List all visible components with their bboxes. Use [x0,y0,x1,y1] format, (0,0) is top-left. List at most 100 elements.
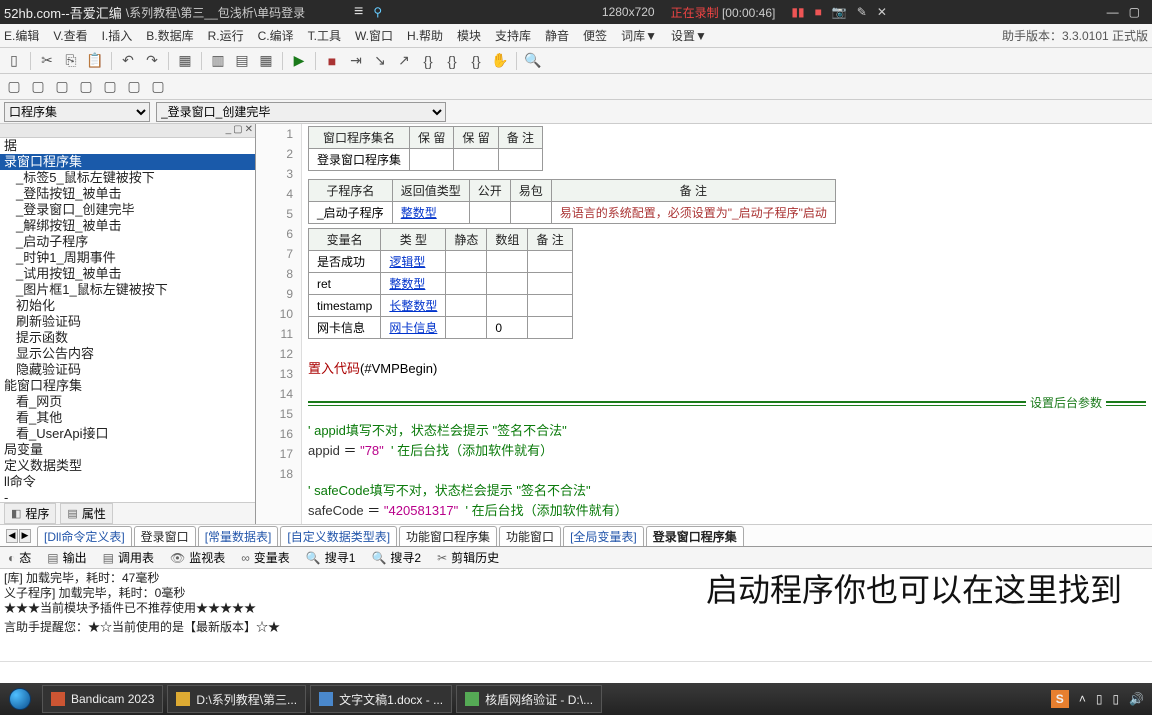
code-tab[interactable]: [Dll命令定义表] [37,526,132,546]
tree-item[interactable]: 显示公告内容 [0,346,255,362]
ime-icon[interactable]: S [1051,690,1069,708]
pause-icon[interactable]: ▮▮ [791,5,804,19]
tree-item[interactable]: _启动子程序 [0,234,255,250]
tree-item[interactable]: - [0,490,255,502]
var-name[interactable]: 网卡信息 [309,317,381,339]
menu-help[interactable]: H.帮助 [407,27,443,44]
tree-item[interactable]: 录窗口程序集 [0,154,255,170]
otab-search1[interactable]: 🔍搜寻1 [302,548,360,567]
menu-window[interactable]: W.窗口 [355,27,393,44]
layout1-icon[interactable]: ▥ [208,51,228,71]
tab-property[interactable]: ▤属性 [60,503,112,524]
t2-btn7-icon[interactable]: ▢ [148,77,168,97]
menu-note[interactable]: 便签 [583,27,607,44]
bracket1-icon[interactable]: {} [418,51,438,71]
menu-view[interactable]: V.查看 [53,27,87,44]
t2-btn2-icon[interactable]: ▢ [28,77,48,97]
procedure-dropdown[interactable]: _登录窗口_创建完毕 [156,102,446,122]
code-tab[interactable]: [自定义数据类型表] [280,526,397,546]
tray-up-icon[interactable]: ˄ [1079,692,1086,706]
tree-item[interactable]: 刷新验证码 [0,314,255,330]
minimize-icon[interactable]: — [1107,5,1119,19]
procedure-set-dropdown[interactable]: 口程序集 [4,102,150,122]
close-rec-icon[interactable]: ✕ [877,5,887,19]
tree-item[interactable]: 能窗口程序集 [0,378,255,394]
otab-cliphist[interactable]: ✂剪辑历史 [433,548,503,567]
tree-close-icon[interactable]: ✕ [245,124,253,137]
menu-run[interactable]: R.运行 [208,27,244,44]
var-array[interactable]: 0 [487,317,528,339]
redo-icon[interactable]: ↷ [142,51,162,71]
var-type[interactable]: 长整数型 [381,295,446,317]
tree-item[interactable]: 初始化 [0,298,255,314]
tree-item[interactable]: 隐藏验证码 [0,362,255,378]
var-name[interactable]: timestamp [309,295,381,317]
st-r1-note[interactable]: 易语言的系统配置，必须设置为"_启动子程序"启动 [551,202,835,224]
code-tab[interactable]: 登录窗口 [134,526,196,546]
menu-compile[interactable]: C.编译 [258,27,294,44]
code-body[interactable]: 窗口程序集名保 留保 留备 注 登录窗口程序集 子程序名返回值类型公开易包备 注… [302,124,1152,524]
tree-item[interactable]: _图片框1_鼠标左键被按下 [0,282,255,298]
tree-item[interactable]: 看_其他 [0,410,255,426]
stop-icon[interactable]: ■ [322,51,342,71]
tree-item[interactable]: 看_网页 [0,394,255,410]
tray-flag-icon[interactable]: ▯ [1096,692,1103,706]
tab-next-icon[interactable]: ▶ [19,529,31,543]
var-type[interactable]: 网卡信息 [381,317,446,339]
camera-icon[interactable]: 📷 [832,5,847,19]
var-name[interactable]: 是否成功 [309,251,381,273]
otab-calltable[interactable]: ▤调用表 [99,548,158,567]
new-icon[interactable]: ▯ [4,51,24,71]
menu-mute[interactable]: 静音 [545,27,569,44]
tab-prev-icon[interactable]: ◀ [6,529,18,543]
menu-support[interactable]: 支持库 [495,27,531,44]
step-over-icon[interactable]: ⇥ [346,51,366,71]
step-out-icon[interactable]: ↗ [394,51,414,71]
otab-watch[interactable]: 👁监视表 [166,548,229,567]
tree-minimize-icon[interactable]: _ [226,124,232,137]
otab-output[interactable]: ▤输出 [43,548,90,567]
hamburger-icon[interactable]: ≡ [354,3,363,21]
taskbar-item[interactable]: Bandicam 2023 [42,685,163,713]
menu-insert[interactable]: I.插入 [102,27,133,44]
code-tab[interactable]: 功能窗口程序集 [399,526,497,546]
menu-database[interactable]: B.数据库 [146,27,193,44]
taskbar-item[interactable]: 文字文稿1.docx - ... [310,685,452,713]
start-button[interactable] [0,683,40,715]
layout3-icon[interactable]: ▦ [256,51,276,71]
tree-item[interactable]: 定义数据类型 [0,458,255,474]
bracket2-icon[interactable]: {} [442,51,462,71]
otab-search2[interactable]: 🔍搜寻2 [367,548,425,567]
st-r1-name[interactable]: _启动子程序 [309,202,393,224]
var-name[interactable]: ret [309,273,381,295]
code-tab[interactable]: 功能窗口 [499,526,561,546]
t2-btn1-icon[interactable]: ▢ [4,77,24,97]
stop-icon[interactable]: ■ [815,5,822,19]
tree-restore-icon[interactable]: ▢ [233,124,242,137]
var-type[interactable]: 整数型 [381,273,446,295]
code-tab[interactable]: 登录窗口程序集 [646,526,744,546]
var-type[interactable]: 逻辑型 [381,251,446,273]
find-icon[interactable]: 🔍 [523,51,543,71]
tray-volume-icon[interactable]: 🔊 [1129,692,1144,706]
menu-settings[interactable]: 设置▼ [671,27,707,44]
tree-item[interactable]: _标签5_鼠标左键被按下 [0,170,255,186]
tree-item[interactable]: _登陆按钮_被单击 [0,186,255,202]
code-tab[interactable]: [全局变量表] [563,526,644,546]
pst-r1[interactable]: 登录窗口程序集 [309,149,410,171]
var-array[interactable] [487,295,528,317]
grid-icon[interactable]: ▦ [175,51,195,71]
tray-network-icon[interactable]: ▯ [1112,692,1119,706]
layout2-icon[interactable]: ▤ [232,51,252,71]
pin-icon[interactable]: ⚲ [373,5,382,19]
tree-item[interactable]: 据 [0,138,255,154]
t2-btn4-icon[interactable]: ▢ [76,77,96,97]
tree-body[interactable]: 据录窗口程序集_标签5_鼠标左键被按下_登陆按钮_被单击_登录窗口_创建完毕_解… [0,138,255,502]
pencil-icon[interactable]: ✎ [857,5,867,19]
undo-icon[interactable]: ↶ [118,51,138,71]
cut-icon[interactable]: ✂ [37,51,57,71]
t2-btn5-icon[interactable]: ▢ [100,77,120,97]
bracket3-icon[interactable]: {} [466,51,486,71]
run-icon[interactable]: ▶ [289,51,309,71]
tab-program[interactable]: ◧程序 [4,503,56,524]
